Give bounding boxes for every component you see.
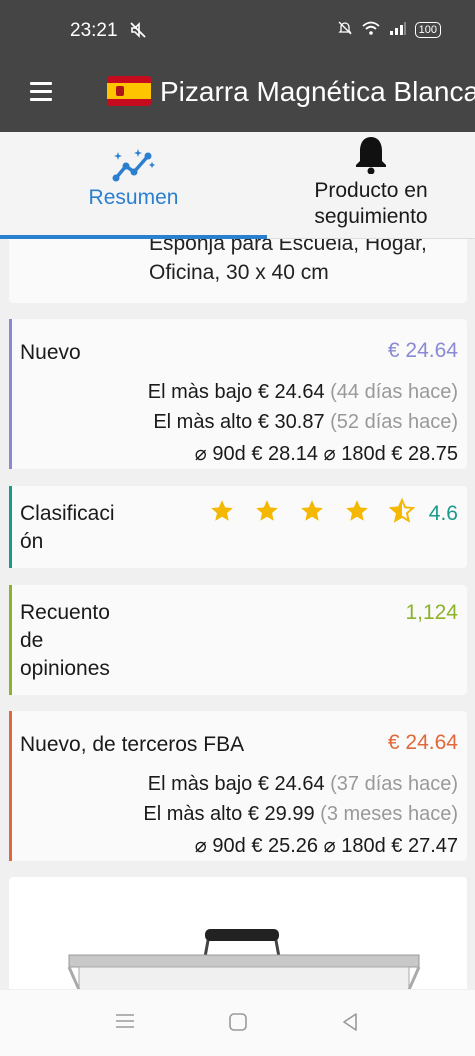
bell-icon xyxy=(356,137,386,174)
status-time: 23:21 xyxy=(70,20,118,41)
avg-90-label: ⌀ 90d xyxy=(194,835,246,857)
lowest-price-row: El màs bajo € 24.64 (37 días hace) xyxy=(148,773,458,796)
rating-card[interactable]: Clasificaci ón 4.6 xyxy=(9,486,467,568)
star-full-icon xyxy=(301,500,323,521)
rating-stars xyxy=(209,498,415,524)
trend-sparkle-icon xyxy=(112,149,155,182)
avg-180-value: € 27.47 xyxy=(391,835,458,857)
back-button[interactable] xyxy=(340,1012,360,1037)
price-card-fba[interactable]: Nuevo, de terceros FBA € 24.64 El màs ba… xyxy=(9,711,467,861)
card-accent xyxy=(9,585,12,695)
lowest-price-row: El màs bajo € 24.64 (44 días hace) xyxy=(148,381,458,404)
average-price-row: ⌀ 90d € 28.14 ⌀ 180d € 28.75 xyxy=(195,441,458,466)
page-title: Pizarra Magnética Blanca xyxy=(160,76,475,107)
app-bar: Pizarra Magnética Blanca xyxy=(0,60,475,132)
tab-label: Resumen xyxy=(88,186,179,209)
tab-label: Producto en seguimiento xyxy=(314,179,428,228)
spain-flag-icon xyxy=(107,76,151,106)
product-title-card: Esponja para Escuela, Hogar, Oficina, 30… xyxy=(9,239,467,303)
menu-icon[interactable] xyxy=(30,82,52,102)
avg-180-label: ⌀ 180d xyxy=(323,443,386,465)
average-price-row: ⌀ 90d € 25.26 ⌀ 180d € 27.47 xyxy=(195,833,458,858)
highest-price-row: El màs alto € 30.87 (52 días hace) xyxy=(153,411,458,434)
lowest-date: (37 días hace) xyxy=(330,773,458,795)
lowest-value: € 24.64 xyxy=(257,381,325,403)
recent-apps-button[interactable] xyxy=(114,1012,136,1035)
price-card-nuevo[interactable]: Nuevo € 24.64 El màs bajo € 24.64 (44 dí… xyxy=(9,319,467,469)
star-full-icon xyxy=(256,500,278,521)
rating-label: Clasificaci ón xyxy=(20,502,115,553)
highest-value: € 30.87 xyxy=(257,411,325,433)
home-button[interactable] xyxy=(228,1012,248,1037)
status-icons: 100 xyxy=(337,20,441,40)
price-label: Nuevo xyxy=(20,341,81,364)
summary-content[interactable]: Esponja para Escuela, Hogar, Oficina, 30… xyxy=(0,239,475,989)
lowest-value: € 24.64 xyxy=(257,773,325,795)
signal-icon xyxy=(389,20,407,40)
tab-resumen[interactable]: Resumen xyxy=(0,132,267,238)
highest-value: € 29.99 xyxy=(247,803,315,825)
star-full-icon xyxy=(346,500,368,521)
notification-off-icon xyxy=(337,20,353,40)
whiteboard-image xyxy=(67,929,421,989)
product-image-card[interactable] xyxy=(9,877,467,989)
lowest-date: (44 días hace) xyxy=(330,381,458,403)
current-price: € 24.64 xyxy=(387,339,458,362)
wifi-icon xyxy=(361,20,381,40)
highest-label: El màs alto xyxy=(153,411,253,433)
lowest-label: El màs bajo xyxy=(147,773,253,795)
avg-90-value: € 28.14 xyxy=(251,443,319,465)
card-accent xyxy=(9,711,12,861)
card-accent xyxy=(9,319,12,469)
highest-price-row: El màs alto € 29.99 (3 meses hace) xyxy=(143,803,458,826)
avg-180-label: ⌀ 180d xyxy=(323,835,386,857)
highest-date: (52 días hace) xyxy=(330,411,458,433)
product-title: Esponja para Escuela, Hogar, Oficina, 30… xyxy=(149,239,427,284)
tab-bar: Resumen Producto en seguimiento xyxy=(0,132,475,239)
rating-value: 4.6 xyxy=(428,502,458,525)
star-half-icon xyxy=(389,498,415,523)
reviews-count: 1,124 xyxy=(405,601,458,624)
avg-180-value: € 28.75 xyxy=(391,443,458,465)
star-full-icon xyxy=(211,500,233,521)
card-accent xyxy=(9,486,12,568)
current-price: € 24.64 xyxy=(387,731,458,754)
highest-label: El màs alto xyxy=(143,803,243,825)
reviews-card[interactable]: Recuento de opiniones 1,124 xyxy=(9,585,467,695)
status-bar: 23:21 100 xyxy=(0,0,475,60)
price-label: Nuevo, de terceros FBA xyxy=(20,733,245,756)
avg-90-label: ⌀ 90d xyxy=(194,443,246,465)
system-nav-bar xyxy=(0,990,475,1056)
avg-90-value: € 25.26 xyxy=(251,835,319,857)
battery-icon: 100 xyxy=(414,22,441,38)
highest-date: (3 meses hace) xyxy=(320,803,458,825)
mute-icon xyxy=(128,20,148,45)
lowest-label: El màs bajo xyxy=(147,381,253,403)
reviews-label: Recuento de opiniones xyxy=(20,601,110,680)
tab-producto-en-seguimiento[interactable]: Producto en seguimiento xyxy=(267,132,475,238)
